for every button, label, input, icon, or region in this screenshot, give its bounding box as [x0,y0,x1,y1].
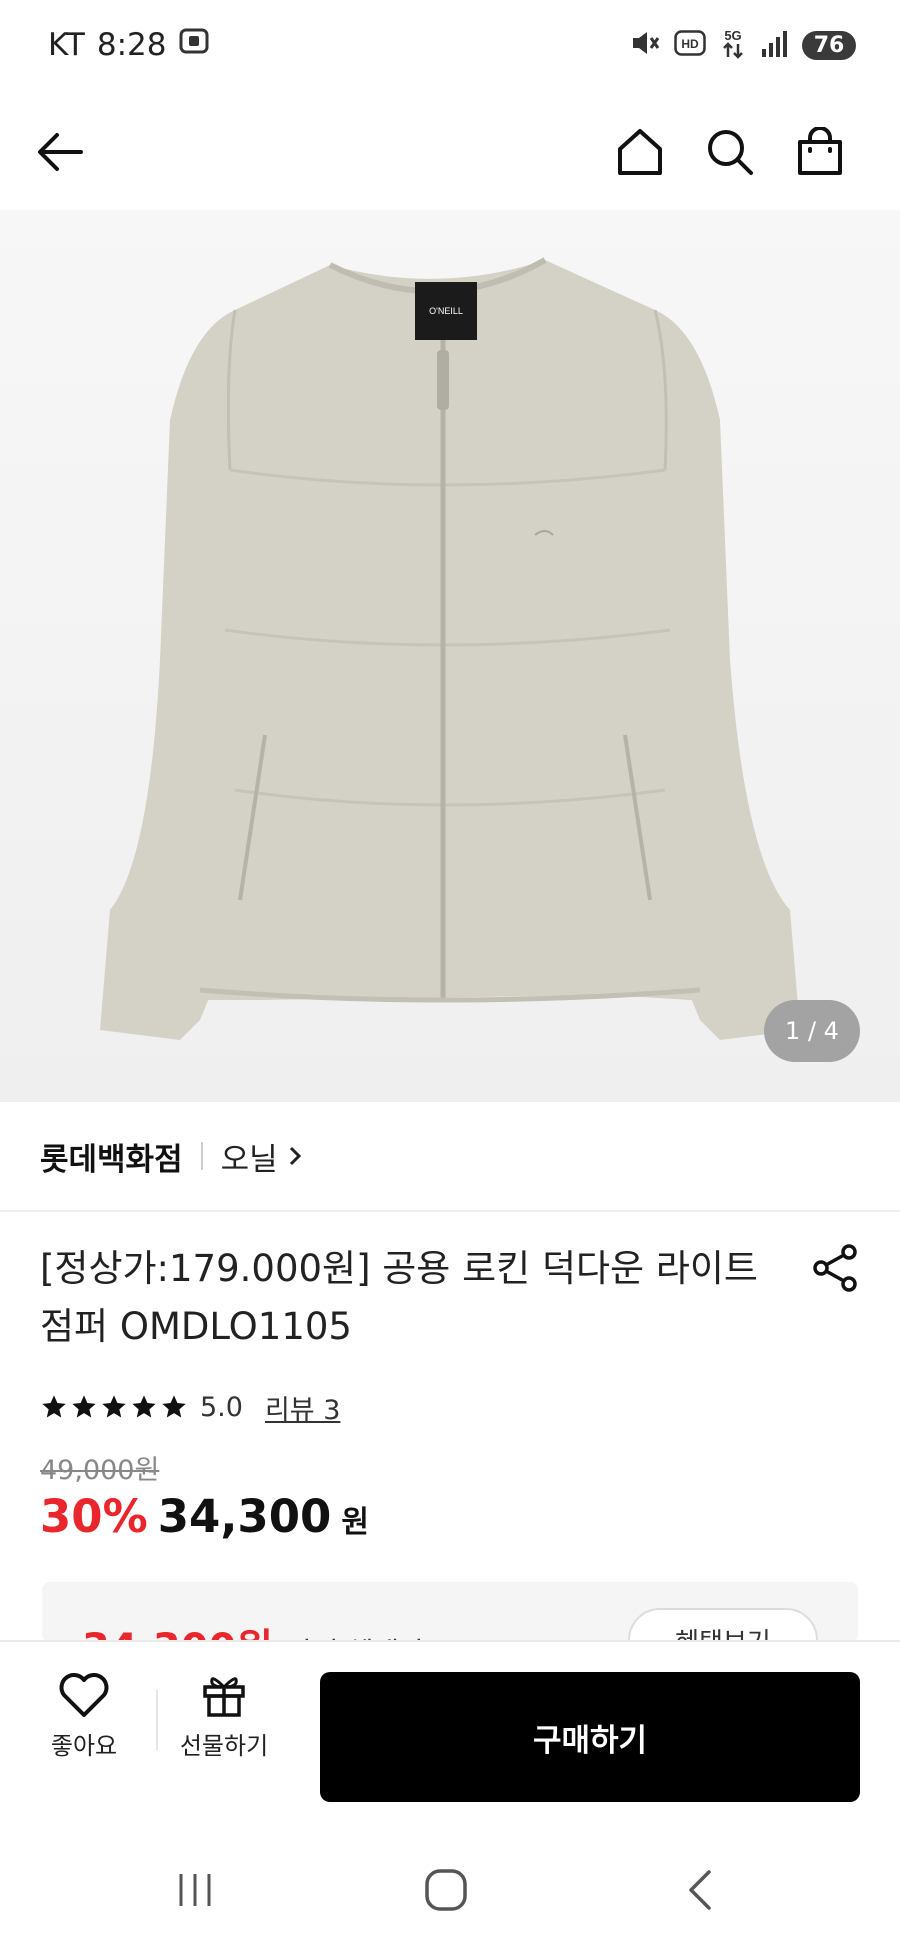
star-icon [42,1395,66,1418]
jacket-image: O'NEILL [100,257,800,1040]
status-bar: KT 8:28 HD 5G 76 [0,0,900,90]
5g-icon: 5G [720,27,746,63]
star-icon [162,1395,186,1418]
gift-label: 선물하기 [179,1732,269,1760]
brand-name: 오닐 [220,1141,278,1178]
back-arrow-icon[interactable] [30,122,90,182]
review-link[interactable]: 리뷰 3 [265,1388,340,1427]
price-unit: 원 [341,1505,369,1540]
share-icon[interactable] [810,1243,860,1293]
brand-link[interactable]: 오닐 [221,1134,302,1179]
like-label: 좋아요 [50,1732,118,1760]
mute-icon [630,28,660,62]
image-counter: 1 / 4 [764,1000,860,1062]
signal-icon [760,29,788,61]
like-button[interactable]: 좋아요 [24,1672,144,1761]
shopping-bag-icon[interactable] [790,122,850,182]
action-divider [156,1690,158,1750]
rating-row: 5.0 리뷰 3 [40,1382,340,1432]
carrier-label: KT [48,27,85,63]
gift-button[interactable]: 선물하기 [164,1672,284,1761]
bottom-action-bar: 좋아요 선물하기 구매하기 [0,1640,900,1822]
home-nav-icon[interactable] [416,1860,476,1920]
price-row: 30% 34,300 원 [40,1490,369,1543]
status-left: KT 8:28 [48,27,210,63]
product-title: [정상가:179.000원] 공용 로킨 덕다운 라이트 점퍼 OMDLO110… [40,1247,758,1348]
screenshot-icon [178,27,210,63]
top-nav-header [0,100,900,200]
store-divider [200,1142,203,1170]
heart-icon [59,1673,109,1717]
benefit-box: 34,300원 나의 혜택가 혜택보기 [42,1582,858,1642]
brand-logo: O'NEILL [429,306,463,316]
status-right: HD 5G 76 [630,27,856,63]
benefit-price: 34,300원 [82,1616,273,1642]
discount-rate: 30% [40,1490,148,1543]
store-row: 롯데백화점 오닐 [0,1102,900,1212]
original-price: 49,000원 [40,1455,160,1486]
back-nav-icon[interactable] [670,1860,730,1920]
star-icon [102,1395,126,1418]
clock: 8:28 [96,27,167,63]
hd-icon: HD [674,30,706,60]
benefit-summary: 34,300원 나의 혜택가 [82,1616,425,1642]
svg-text:HD: HD [681,37,699,51]
recent-apps-icon[interactable] [165,1860,225,1920]
star-rating [40,1393,188,1421]
sale-price: 34,300 [157,1490,332,1543]
rating-score: 5.0 [200,1391,243,1423]
star-icon [72,1395,96,1418]
home-icon[interactable] [610,122,670,182]
system-nav-bar [0,1830,900,1950]
product-image-carousel[interactable]: O'NEILL 1 / 4 [0,210,900,1102]
buy-button[interactable]: 구매하기 [320,1672,860,1802]
search-icon[interactable] [700,122,760,182]
view-benefits-button[interactable]: 혜택보기 [628,1608,818,1642]
svg-text:5G: 5G [724,28,741,43]
gift-icon [203,1677,245,1717]
store-name[interactable]: 롯데백화점 [40,1134,183,1179]
battery-icon: 76 [802,30,856,60]
star-icon [132,1395,156,1418]
chevron-right-icon [289,1146,301,1166]
